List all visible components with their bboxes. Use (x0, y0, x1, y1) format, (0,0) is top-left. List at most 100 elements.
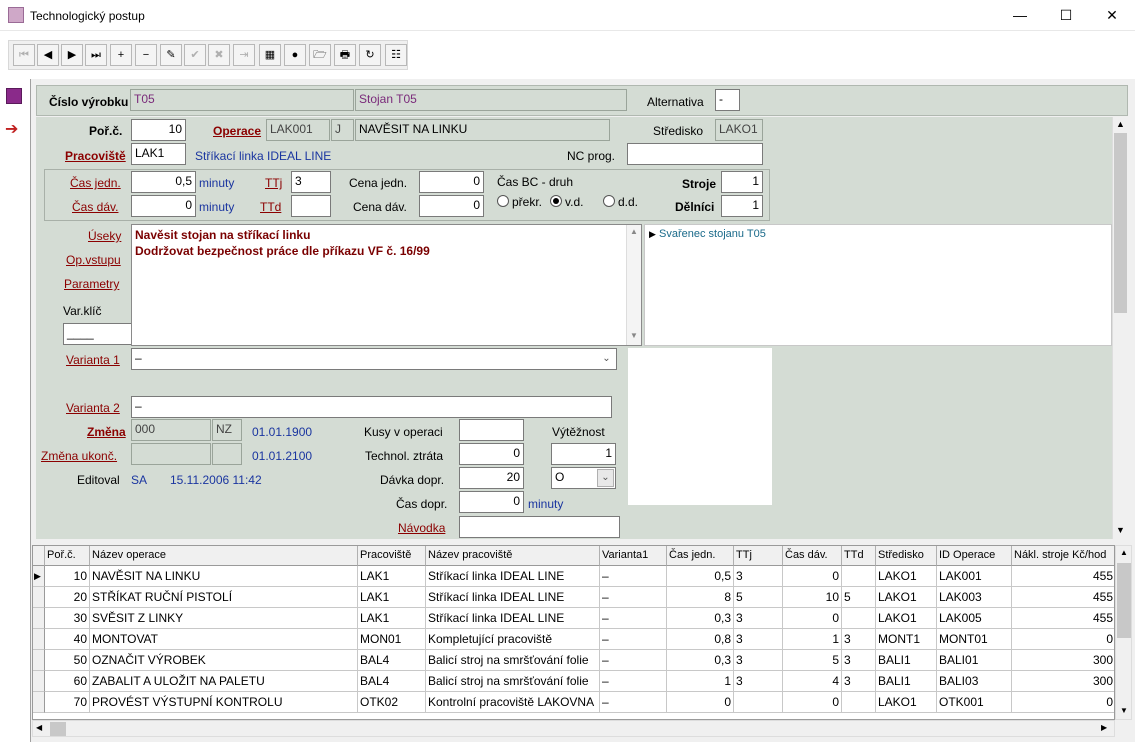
grid-header[interactable]: Název operace (90, 546, 358, 566)
varianta2-field[interactable]: – (131, 396, 612, 418)
grid-cell[interactable]: 0,8 (667, 629, 734, 650)
grid-cell[interactable]: 0 (783, 566, 842, 587)
grid-header[interactable]: Středisko (876, 546, 937, 566)
ttj-label[interactable]: TTj (265, 176, 282, 190)
grid-cell[interactable]: BAL4 (358, 650, 426, 671)
varklic-field[interactable]: ____ (63, 323, 132, 345)
last-record-button[interactable]: ⏭ (85, 44, 107, 66)
casjedn-label[interactable]: Čas jedn. (70, 176, 121, 190)
kusy-field[interactable] (459, 419, 524, 441)
grid-cell[interactable]: LAK1 (358, 566, 426, 587)
textarea-scrollbar[interactable]: ▲ ▼ (626, 225, 641, 345)
form-icon[interactable] (6, 88, 22, 104)
varianta1-link[interactable]: Varianta 1 (66, 353, 120, 367)
grid-cell[interactable]: 3 (734, 608, 783, 629)
ttd-label[interactable]: TTd (260, 200, 281, 214)
grid-cell[interactable]: 40 (45, 629, 90, 650)
grid-cell[interactable]: 3 (734, 650, 783, 671)
grid-cell[interactable]: 0 (783, 608, 842, 629)
grid-cell[interactable]: – (600, 671, 667, 692)
close-button[interactable]: ✕ (1089, 0, 1135, 30)
grid-cell[interactable]: 1 (667, 671, 734, 692)
insert-record-button[interactable]: + (110, 44, 132, 66)
grid-cell[interactable]: OZNAČIT VÝROBEK (90, 650, 358, 671)
grid-cell[interactable] (842, 692, 876, 713)
grid-cell[interactable]: BAL4 (358, 671, 426, 692)
grid-cell[interactable]: 4 (783, 671, 842, 692)
next-record-button[interactable]: ▶ (61, 44, 83, 66)
grid-cell[interactable]: 0 (1012, 692, 1114, 713)
grid-cell[interactable]: LAK005 (937, 608, 1012, 629)
grid-cell[interactable]: 30 (45, 608, 90, 629)
grid-header[interactable]: TTj (734, 546, 783, 566)
prev-record-button[interactable]: ◀ (37, 44, 59, 66)
grid-header[interactable]: ID Operace (937, 546, 1012, 566)
grid-cell[interactable]: 0,5 (667, 566, 734, 587)
grid-cell[interactable]: 0 (667, 692, 734, 713)
operace-code-field[interactable]: LAK001 (266, 119, 330, 141)
grid-cell[interactable]: Kompletující pracoviště (426, 629, 600, 650)
ttd-field[interactable] (291, 195, 331, 217)
grid-cell[interactable]: 5 (842, 587, 876, 608)
grid-header[interactable]: Poř.č. (45, 546, 90, 566)
edit-record-button[interactable]: ✎ (160, 44, 182, 66)
grid-cell[interactable]: LAK003 (937, 587, 1012, 608)
grid-cell[interactable]: 300 (1012, 650, 1114, 671)
tree-view-button[interactable]: ☷ (385, 44, 407, 66)
maximize-button[interactable]: ☐ (1043, 0, 1089, 30)
zmena-field[interactable]: 000 (131, 419, 211, 441)
grid-cell[interactable]: 0,3 (667, 650, 734, 671)
pracoviste-label[interactable]: Pracoviště (65, 149, 126, 163)
row-selector[interactable] (33, 671, 45, 692)
grid-cell[interactable]: Stříkací linka IDEAL LINE (426, 608, 600, 629)
grid-cell[interactable]: 1 (783, 629, 842, 650)
varianta2-link[interactable]: Varianta 2 (66, 401, 120, 415)
pracoviste-field[interactable]: LAK1 (131, 143, 186, 165)
parametry-link[interactable]: Parametry (64, 277, 119, 291)
grid-cell[interactable]: LAKO1 (876, 587, 937, 608)
grid-cell[interactable]: MON01 (358, 629, 426, 650)
vytez-field[interactable]: 1 (551, 443, 616, 465)
grid-cell[interactable]: 455 (1012, 608, 1114, 629)
ztrata-field[interactable]: 0 (459, 443, 524, 465)
casdav-field[interactable]: 0 (131, 195, 196, 217)
grid-cell[interactable] (734, 692, 783, 713)
first-record-button[interactable]: ⏮ (13, 44, 35, 66)
casjedn-field[interactable]: 0,5 (131, 171, 196, 193)
delnici-field[interactable]: 1 (721, 195, 763, 217)
tree-arrow-icon[interactable]: ▶ (649, 229, 656, 240)
grid-cell[interactable]: BALI03 (937, 671, 1012, 692)
grid-cell[interactable]: 0,3 (667, 608, 734, 629)
grid-header[interactable]: Nákl. stroje Kč/hod (1012, 546, 1114, 566)
grid-cell[interactable]: LAK1 (358, 608, 426, 629)
grid-hscroll-thumb[interactable] (50, 722, 66, 736)
print-button[interactable]: 🖶 (334, 44, 356, 66)
grid-cell[interactable]: LAK1 (358, 587, 426, 608)
grid-cell[interactable]: 8 (667, 587, 734, 608)
grid-cell[interactable]: 5 (783, 650, 842, 671)
navodka-link[interactable]: Návodka (398, 521, 445, 535)
grid-cell[interactable]: – (600, 629, 667, 650)
grid-cell[interactable]: PROVÉST VÝSTUPNÍ KONTROLU (90, 692, 358, 713)
delete-record-button[interactable]: − (135, 44, 157, 66)
row-selector[interactable] (33, 692, 45, 713)
grid-cell[interactable]: 3 (842, 629, 876, 650)
refresh-button[interactable]: ↻ (359, 44, 381, 66)
row-selector[interactable] (33, 587, 45, 608)
grid-cell[interactable]: BALI01 (937, 650, 1012, 671)
grid-header[interactable]: Název pracoviště (426, 546, 600, 566)
scroll-thumb[interactable] (1114, 133, 1127, 313)
grid-cell[interactable]: – (600, 608, 667, 629)
zmenaukonc-link[interactable]: Změna ukonč. (41, 449, 117, 463)
grid-cell[interactable]: 0 (783, 692, 842, 713)
grid-vscroll[interactable]: ▲ ▼ (1115, 545, 1132, 720)
row-selector[interactable] (33, 650, 45, 671)
casdav-label[interactable]: Čas dáv. (72, 200, 118, 214)
grid-cell[interactable]: 5 (734, 587, 783, 608)
grid-cell[interactable]: BALI1 (876, 650, 937, 671)
table-view-button[interactable]: ▦ (259, 44, 281, 66)
minimize-button[interactable]: — (997, 0, 1043, 30)
nc-field[interactable] (627, 143, 763, 165)
grid-cell[interactable]: Stříkací linka IDEAL LINE (426, 587, 600, 608)
davka-field[interactable]: 20 (459, 467, 524, 489)
